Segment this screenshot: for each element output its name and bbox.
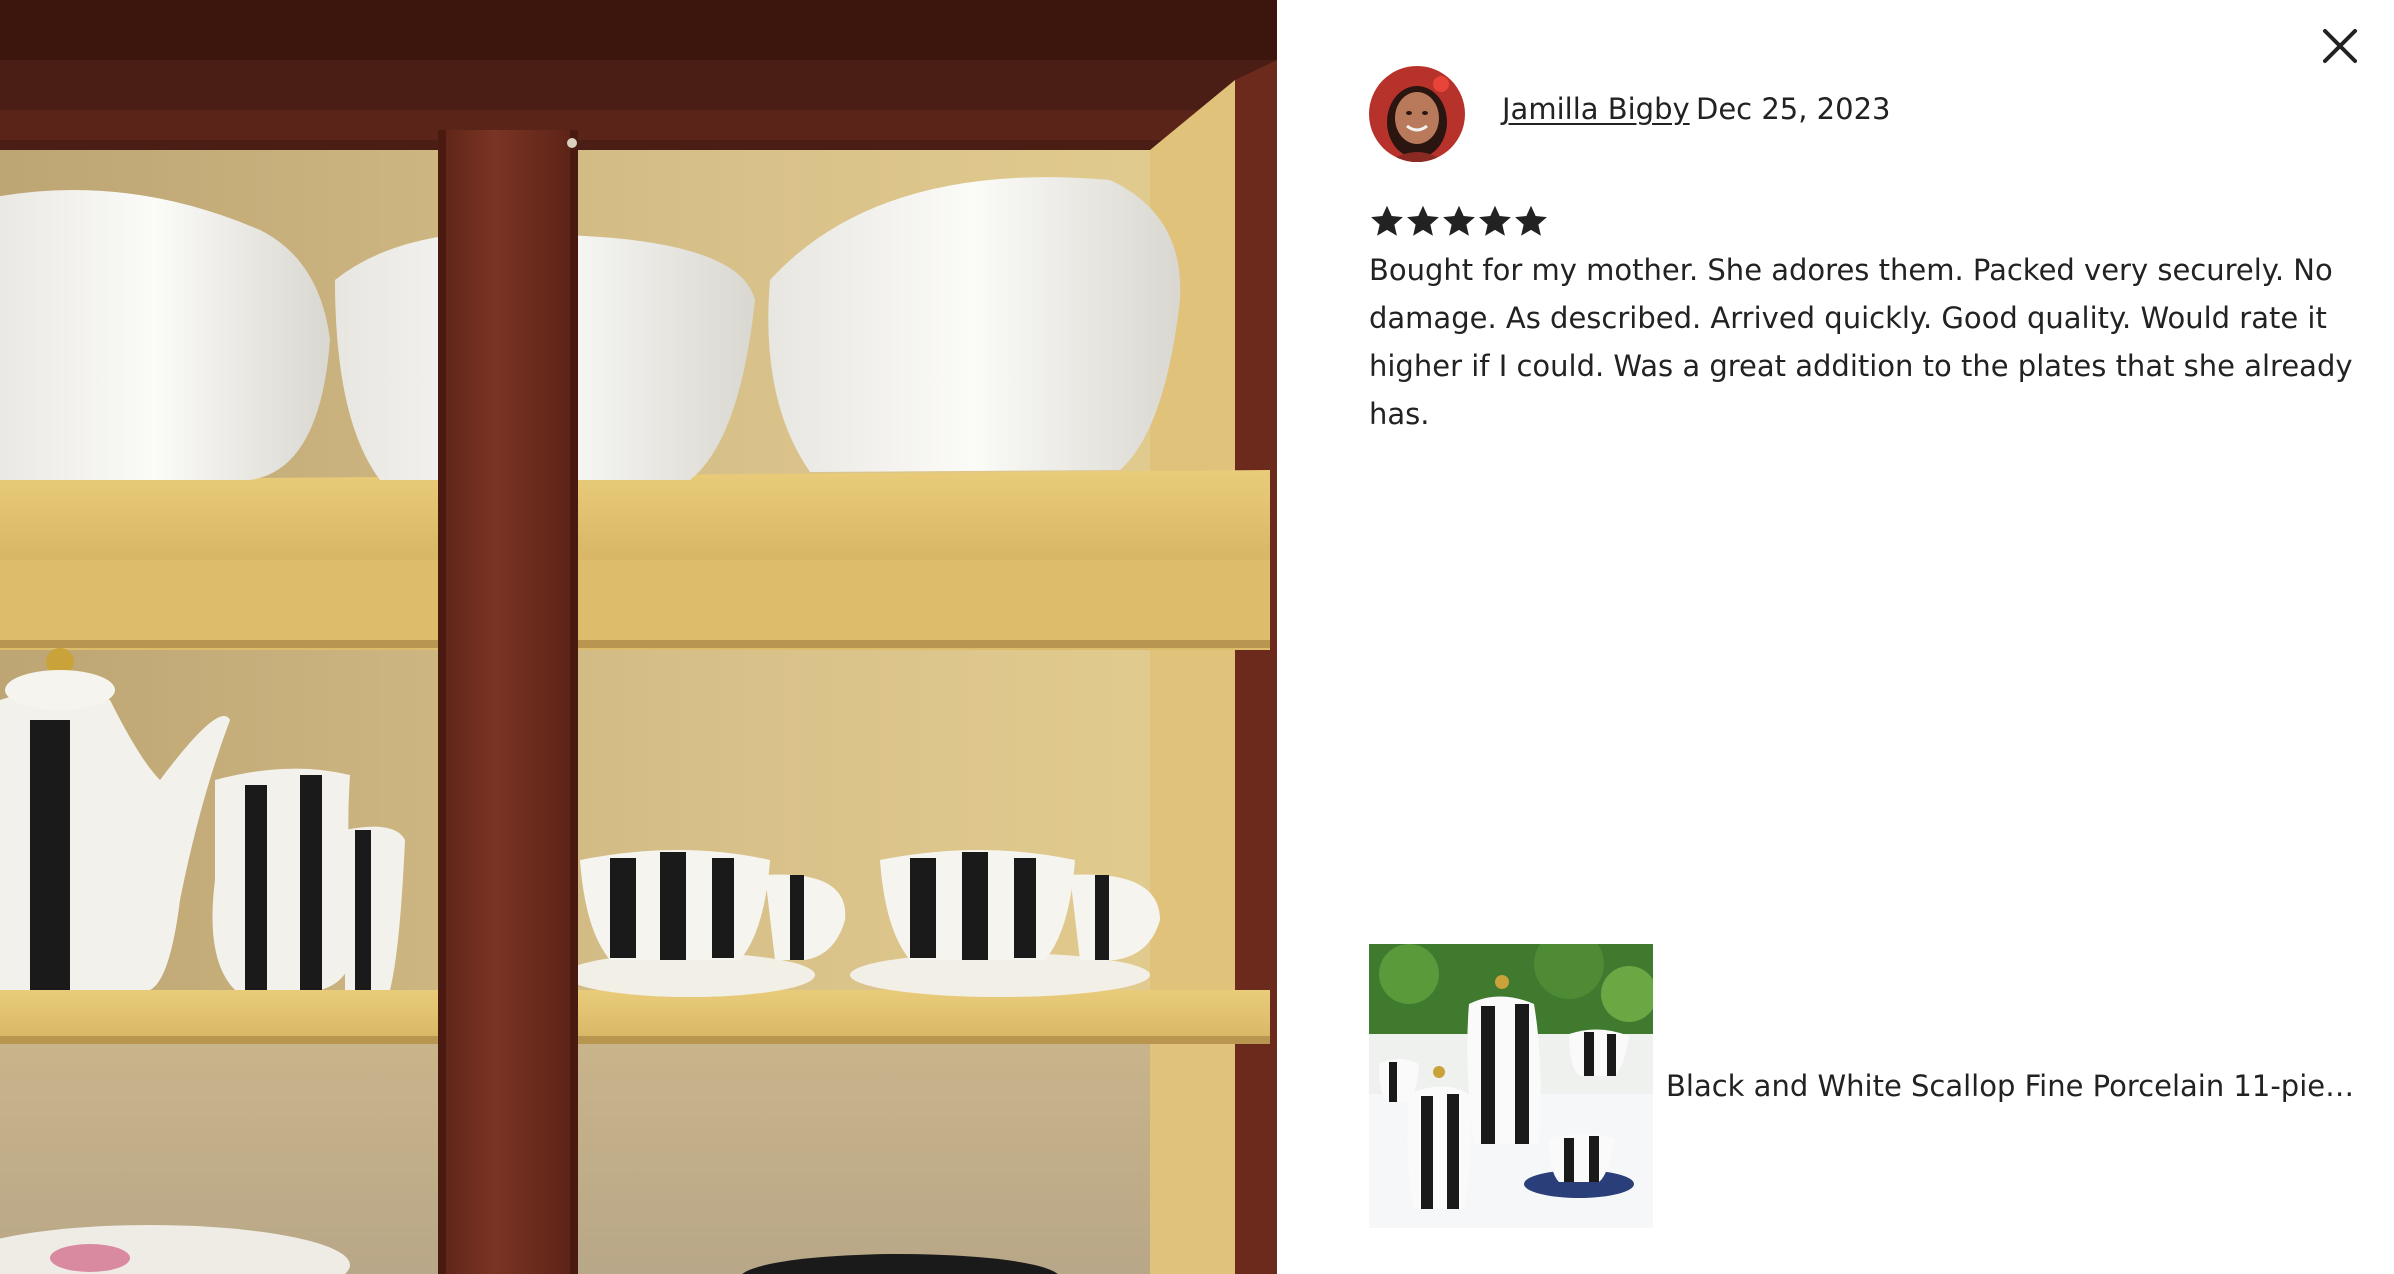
star-icon (1479, 205, 1511, 236)
review-details-panel: Jamilla Bigby Dec 25, 2023 Bought for my… (1277, 0, 2394, 1274)
close-icon (2323, 29, 2357, 63)
star-icon (1407, 205, 1439, 236)
star-icon (1371, 205, 1403, 236)
review-photo (0, 0, 1277, 1274)
product-title[interactable]: Black and White Scallop Fine Porcelain 1… (1666, 1069, 2366, 1103)
review-date: Dec 25, 2023 (1696, 92, 1891, 126)
reviewer-name-link[interactable]: Jamilla Bigby (1502, 92, 1690, 126)
star-icon (1443, 205, 1475, 236)
product-link[interactable]: Black and White Scallop Fine Porcelain 1… (1369, 944, 2369, 1228)
product-thumbnail[interactable] (1369, 944, 1653, 1228)
star-rating (1369, 203, 1549, 239)
close-button[interactable] (2314, 20, 2366, 72)
review-text: Bought for my mother. She adores them. P… (1369, 253, 2353, 431)
avatar[interactable] (1369, 66, 1465, 162)
review-photo-modal: Jamilla Bigby Dec 25, 2023 Bought for my… (0, 0, 2394, 1274)
star-icon (1515, 205, 1547, 236)
